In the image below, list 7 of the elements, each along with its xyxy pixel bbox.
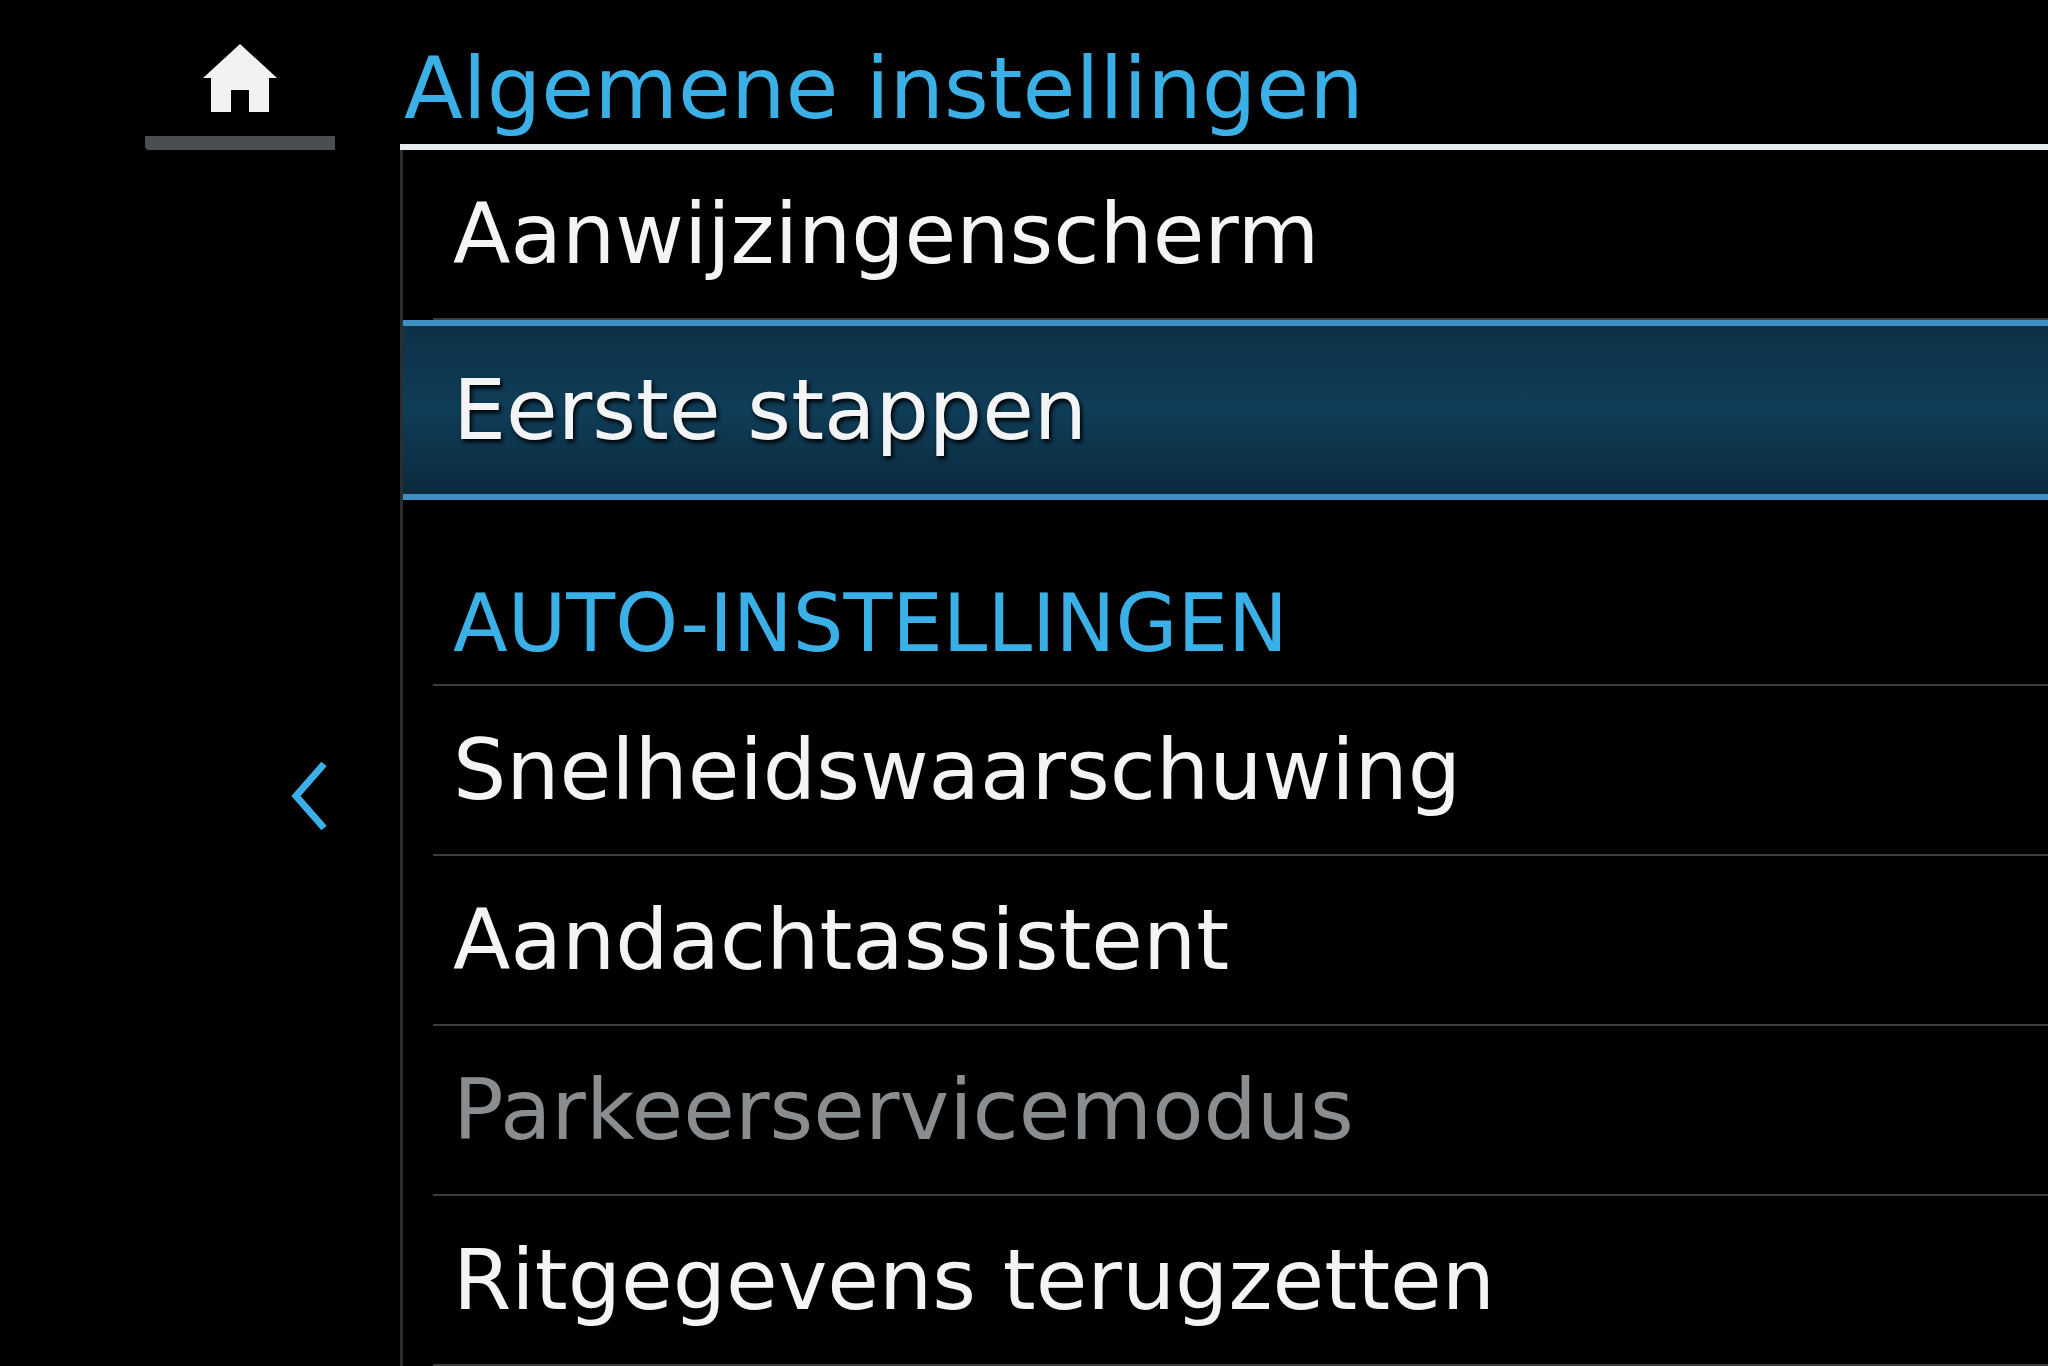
menu-item[interactable]: Ritgegevens terugzetten	[433, 1196, 2048, 1366]
home-icon[interactable]	[201, 42, 279, 114]
menu-item[interactable]: Snelheidswaarschuwing	[433, 686, 2048, 856]
menu-item[interactable]: Aandachtassistent	[433, 856, 2048, 1026]
section-header: AUTO-INSTELLINGEN	[433, 500, 2048, 686]
screen-title: Algemene instellingen	[403, 38, 1364, 140]
menu-item[interactable]: Eerste stappen	[403, 320, 2048, 500]
